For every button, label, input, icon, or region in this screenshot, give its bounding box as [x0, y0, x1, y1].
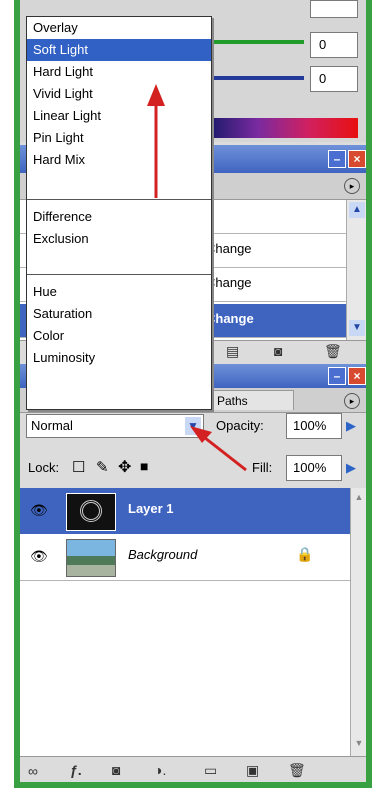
annotation-arrows — [147, 84, 247, 472]
photoshop-panels: 0 0 – × ▸ Change Change Change ▲ ▼ ▤ ◙ 🗑… — [14, 0, 372, 788]
annotation-arrow-up-head — [147, 84, 165, 106]
annotation-arrow-diagonal — [199, 432, 247, 472]
